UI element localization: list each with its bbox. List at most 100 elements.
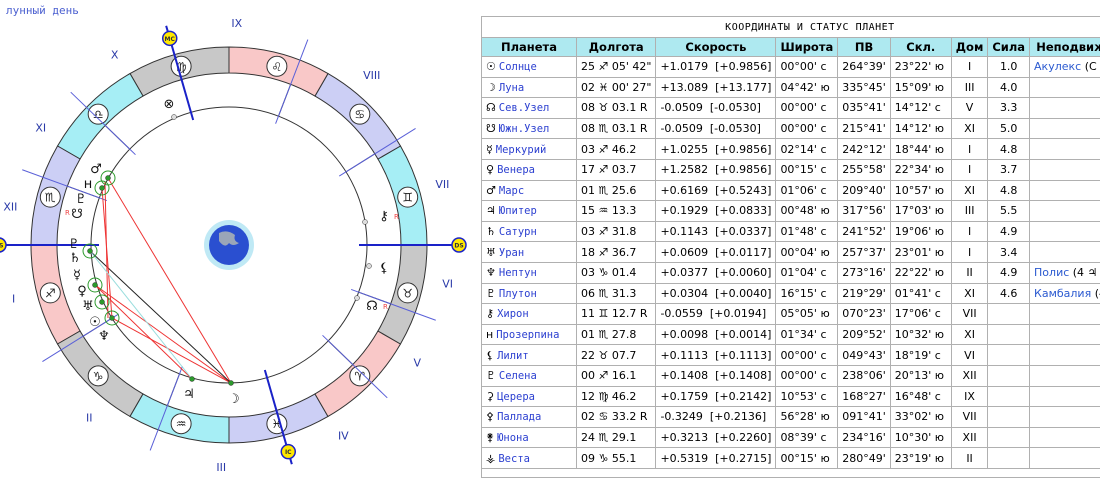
house-cell: XII — [951, 365, 988, 386]
planet-link[interactable]: Веста — [498, 453, 530, 465]
right-ascension-cell: 317°56' — [838, 201, 891, 222]
right-ascension-cell: 070°23' — [838, 304, 891, 325]
planet-link[interactable]: Церера — [497, 391, 535, 403]
table-header-row: ПланетаДолготаСкоростьШиротаПВСкл.ДомСил… — [482, 38, 1100, 57]
longitude-cell: 08 ♉ 03.1 R — [577, 98, 656, 119]
power-cell — [988, 324, 1030, 345]
house-numeral: XI — [35, 121, 46, 134]
declination-cell: 20°13' ю — [890, 365, 951, 386]
planet-link[interactable]: Юнона — [497, 432, 529, 444]
zodiac-sign-icon: ♑ — [93, 369, 104, 383]
house-cell: II — [951, 448, 988, 469]
right-ascension-cell: 215°41' — [838, 118, 891, 139]
longitude-cell: 08 ♏ 03.1 R — [577, 118, 656, 139]
speed-cell: +0.1759 [+0.2142] — [656, 386, 776, 407]
right-ascension-cell: 035°41' — [838, 98, 891, 119]
declination-cell: 18°19' с — [890, 345, 951, 366]
fixed-star-link[interactable]: Полис — [1034, 266, 1069, 279]
right-ascension-cell: 219°29' — [838, 283, 891, 304]
planet-glyph-icon: ♇ — [486, 369, 496, 382]
power-cell: 4.9 — [988, 262, 1030, 283]
planet-link[interactable]: Венера — [497, 164, 535, 176]
table-row: ⚵Юнона24 ♏ 29.1+0.3213 [+0.2260]08°39' с… — [482, 427, 1100, 448]
table-row: ☋Южн.Узел08 ♏ 03.1 R-0.0509 [-0.0530]00°… — [482, 118, 1100, 139]
globe-icon — [209, 225, 249, 265]
neptune-icon: ♆ — [98, 329, 110, 344]
house-numeral: II — [86, 412, 93, 425]
latitude-cell: 01°48' с — [776, 221, 838, 242]
table-row: ⚸Лилит22 ♉ 07.7+0.1113 [+0.1113]00°00' с… — [482, 345, 1100, 366]
planet-position-dot — [100, 300, 105, 305]
column-header: ПВ — [838, 38, 891, 57]
right-ascension-cell: 241°52' — [838, 221, 891, 242]
declination-cell: 23°19' ю — [890, 448, 951, 469]
longitude-cell: 03 ♐ 46.2 — [577, 139, 656, 160]
planet-position-dot — [355, 296, 360, 301]
right-ascension-cell: 168°27' — [838, 386, 891, 407]
planet-glyph-icon: ⚴ — [486, 410, 494, 423]
planet-position-dot — [190, 377, 195, 382]
house-cell: XI — [951, 118, 988, 139]
table-row: ⚴Паллада02 ♋ 33.2 R-0.3249 [+0.2136]56°2… — [482, 407, 1100, 428]
fixed-star-note: (4 ♃ ♂) — [1073, 266, 1100, 279]
planet-cell: ♂Марс — [482, 180, 577, 201]
declination-cell: 17°06' с — [890, 304, 951, 325]
planet-position-dot — [363, 220, 368, 225]
fixed-star-cell — [1030, 448, 1100, 469]
planet-link[interactable]: Юпитер — [499, 205, 537, 217]
planet-link[interactable]: Сатурн — [499, 226, 537, 238]
fixed-star-link[interactable]: Акулекс — [1034, 60, 1081, 73]
planet-link[interactable]: Плутон — [499, 288, 537, 300]
planet-link[interactable]: Южн.Узел — [499, 123, 550, 135]
right-ascension-cell: 257°37' — [838, 242, 891, 263]
planet-link[interactable]: Лилит — [497, 350, 529, 362]
fixed-star-link[interactable]: Камбалия — [1034, 287, 1091, 300]
right-ascension-cell: 273°16' — [838, 262, 891, 283]
table-row: ☽Луна02 ♓ 00' 27"+13.089 [+13.177]04°42'… — [482, 77, 1100, 98]
latitude-cell: 56°28' ю — [776, 407, 838, 428]
longitude-cell: 11 ♊ 12.7 R — [577, 304, 656, 325]
table-row: ☉Солнце25 ♐ 05' 42"+1.0179 [+0.9856]00°0… — [482, 57, 1100, 78]
table-row: ⚳Церера12 ♍ 46.2+0.1759 [+0.2142]10°53' … — [482, 386, 1100, 407]
right-ascension-cell: 049°43' — [838, 345, 891, 366]
planet-link[interactable]: Прозерпина — [496, 329, 559, 341]
speed-cell: +0.6169 [+0.5243] — [656, 180, 776, 201]
zodiac-sign-icon: ♉ — [402, 286, 413, 300]
house-cell: II — [951, 262, 988, 283]
zodiac-sign-icon: ♐ — [45, 286, 56, 300]
mars-icon: ♂ — [90, 162, 102, 177]
planet-link[interactable]: Меркурий — [496, 144, 547, 156]
power-cell: 1.0 — [988, 57, 1030, 78]
speed-cell: +0.5319 [+0.2715] — [656, 448, 776, 469]
planet-link[interactable]: Сев.Узел — [499, 102, 550, 114]
planet-link[interactable]: Паллада — [497, 411, 541, 423]
planet-cell: ♆Нептун — [482, 262, 577, 283]
planet-link[interactable]: Луна — [499, 82, 524, 94]
power-cell — [988, 365, 1030, 386]
planet-link[interactable]: Селена — [499, 370, 537, 382]
planet-link[interactable]: Марс — [499, 185, 524, 197]
house-cell: VII — [951, 407, 988, 428]
planet-link[interactable]: Хирон — [497, 308, 529, 320]
planet-glyph-icon: ♆ — [486, 266, 496, 279]
planet-link[interactable]: Уран — [499, 247, 524, 259]
declination-cell: 10°32' ю — [890, 324, 951, 345]
longitude-cell: 06 ♏ 31.3 — [577, 283, 656, 304]
zodiac-sign-icon: ♏ — [45, 191, 56, 205]
planet-position-dot — [172, 115, 177, 120]
planet-cell: ♄Сатурн — [482, 221, 577, 242]
latitude-cell: 10°53' с — [776, 386, 838, 407]
right-ascension-cell: 255°58' — [838, 159, 891, 180]
longitude-cell: 17 ♐ 03.7 — [577, 159, 656, 180]
speed-cell: +13.089 [+13.177] — [656, 77, 776, 98]
column-header: Широта — [776, 38, 838, 57]
fixed-star-cell — [1030, 407, 1100, 428]
planet-cell: ☽Луна — [482, 77, 577, 98]
speed-cell: +0.0377 [+0.0060] — [656, 262, 776, 283]
speed-cell: -0.3249 [+0.2136] — [656, 407, 776, 428]
house-numeral: X — [111, 49, 119, 62]
column-header: Планета — [482, 38, 577, 57]
planet-link[interactable]: Солнце — [499, 61, 537, 73]
planet-link[interactable]: Нептун — [499, 267, 537, 279]
table-row: ♄Сатурн03 ♐ 31.8+0.1143 [+0.0337]01°48' … — [482, 221, 1100, 242]
